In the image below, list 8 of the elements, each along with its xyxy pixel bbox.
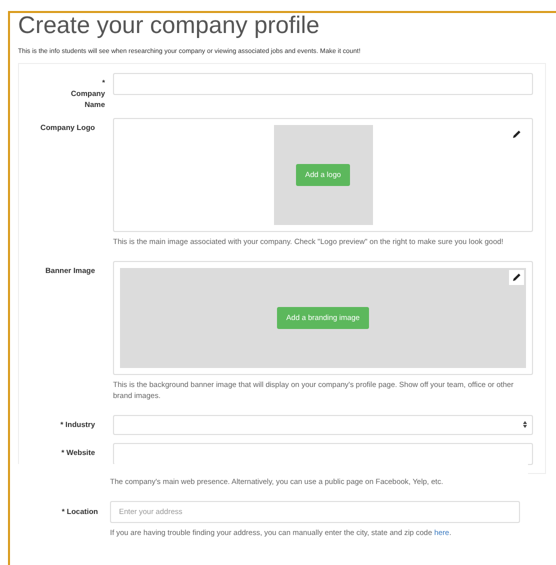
- text-field[interactable]: [113, 72, 533, 95]
- sort-arrows-icon: [523, 421, 527, 428]
- pencil-icon: [512, 130, 520, 138]
- select-field[interactable]: [113, 414, 533, 435]
- text-field[interactable]: [113, 442, 533, 465]
- edit-button[interactable]: [509, 270, 524, 285]
- page-title: Create your company profile: [18, 13, 320, 39]
- pencil-icon: [512, 273, 520, 282]
